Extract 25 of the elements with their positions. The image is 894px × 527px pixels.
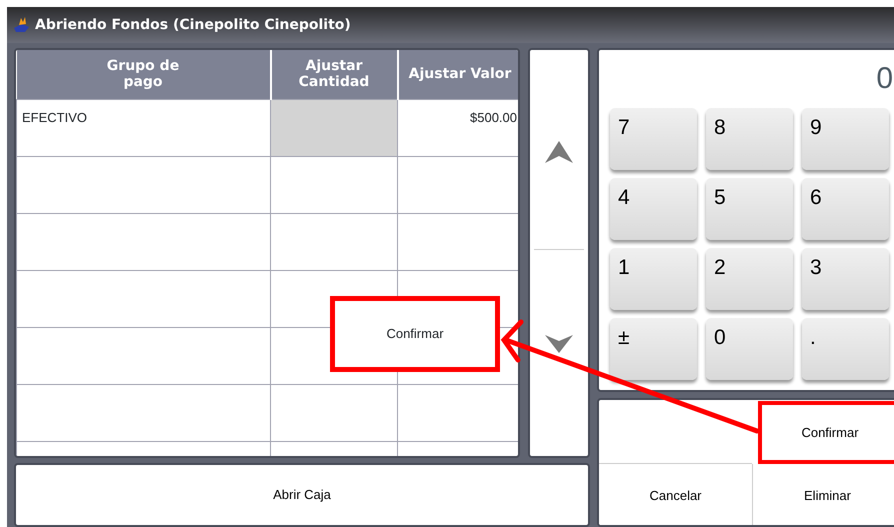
keypad-key[interactable]: 5 <box>706 178 793 240</box>
scroll-up-icon[interactable] <box>544 140 574 164</box>
column-header: Ajustar Valor <box>408 66 512 82</box>
keypad-key[interactable]: 7 <box>610 108 697 170</box>
callout-text: Confirmar <box>386 325 444 344</box>
amount-display: 0 <box>876 62 893 95</box>
keypad-key[interactable]: 1 <box>610 248 697 310</box>
table-cell: EFECTIVO <box>16 99 270 156</box>
keypad-key[interactable]: 9 <box>802 108 889 170</box>
column-header: Ajustar Cantidad <box>298 58 370 90</box>
keypad-key[interactable]: 2 <box>706 248 793 310</box>
open-register-button[interactable]: Abrir Caja <box>14 463 590 527</box>
keypad-key[interactable]: 6 <box>802 178 889 240</box>
keypad-key[interactable]: 4 <box>610 178 697 240</box>
keypad-key[interactable]: ± <box>610 318 697 380</box>
keypad-key[interactable]: 8 <box>706 108 793 170</box>
scroll-down-icon[interactable] <box>544 334 574 354</box>
table-cell: $500.00 <box>398 99 518 156</box>
keypad-key[interactable]: . <box>802 318 889 380</box>
keypad-key[interactable]: 3 <box>802 248 889 310</box>
action-button[interactable]: Confirmar <box>758 401 894 464</box>
keypad-key[interactable]: 0 <box>706 318 793 380</box>
column-header: Grupo de pago <box>106 58 180 90</box>
window-title: Abriendo Fondos (Cinepolito Cinepolito) <box>35 16 351 34</box>
app-icon <box>13 16 31 34</box>
